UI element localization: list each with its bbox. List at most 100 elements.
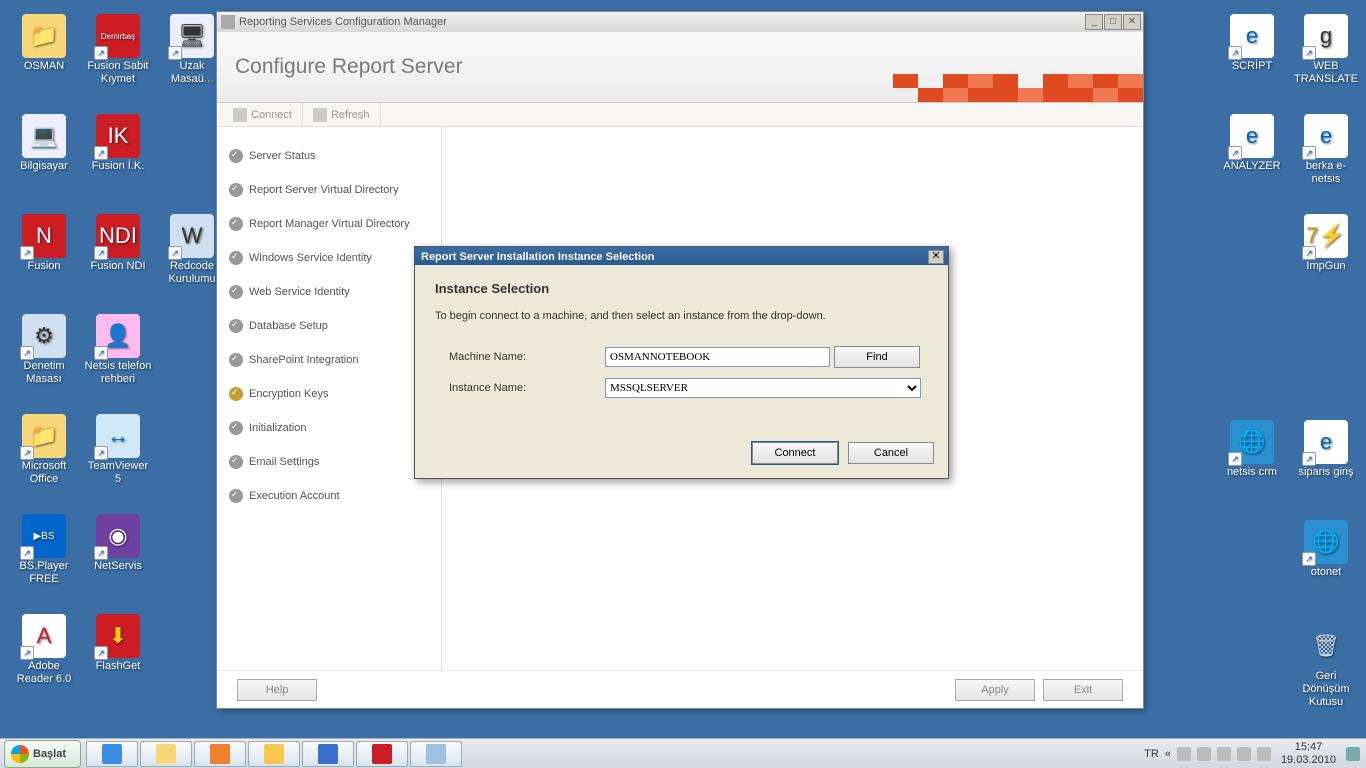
icon-label: netsis crm: [1218, 466, 1286, 479]
desktop-icon-flashget[interactable]: ⬇↗FlashGet: [84, 614, 152, 673]
network-icon[interactable]: [1257, 747, 1271, 761]
machine-name-input[interactable]: [605, 347, 830, 367]
shortcut-arrow-icon: ↗: [20, 646, 34, 660]
desktop-icon-fusion-i-k-[interactable]: IK↗Fusion İ.K.: [84, 114, 152, 173]
cancel-button[interactable]: Cancel: [848, 442, 934, 464]
desktop-icon-geri-d-n-m-kutusu[interactable]: 🗑Geri Dönüşüm Kutusu: [1292, 624, 1360, 709]
nav-item-server-status[interactable]: Server Status: [225, 139, 433, 173]
nav-label: Initialization: [249, 422, 306, 434]
app-icon: IK↗: [96, 114, 140, 158]
app-icon: Demirbaş↗: [96, 14, 140, 58]
footer: Help Apply Exit: [217, 670, 1143, 708]
status-dot-icon: [229, 421, 243, 435]
tray-expand-icon[interactable]: «: [1165, 748, 1171, 760]
app-icon: [221, 15, 235, 29]
nav-item-sharepoint-integration[interactable]: SharePoint Integration: [225, 343, 433, 377]
desktop-icon-impgun[interactable]: 7⚡↗ImpGun: [1292, 214, 1360, 273]
nav-item-initialization[interactable]: Initialization: [225, 411, 433, 445]
desktop-icon-fusion-ndi[interactable]: NDI↗Fusion NDI: [84, 214, 152, 273]
taskbar-app-media[interactable]: [194, 741, 246, 767]
taskbar-app-config-manager[interactable]: [410, 741, 462, 767]
word-icon: [318, 744, 338, 764]
start-button[interactable]: Başlat: [4, 740, 81, 768]
desktop-icon-fusion-sabit-k-ymet[interactable]: Demirbaş↗Fusion Sabit Kıymet: [84, 14, 152, 86]
language-indicator[interactable]: TR: [1144, 748, 1159, 760]
dialog-titlebar[interactable]: Report Server Installation Instance Sele…: [415, 247, 948, 265]
taskbar: Başlat TR « 15:47 19.03.2010: [0, 738, 1366, 768]
desktop-icon-netsis-telefon-rehberi[interactable]: 👤↗Netsis telefon rehberi: [84, 314, 152, 386]
icon-label: siparis giriş: [1292, 466, 1360, 479]
app-icon: 🖥↗: [170, 14, 214, 58]
shortcut-arrow-icon: ↗: [20, 446, 34, 460]
windows-orb-icon: [11, 745, 29, 763]
icon-label: Fusion NDI: [84, 260, 152, 273]
icon-label: berka e-netsis: [1292, 160, 1360, 186]
desktop-icon-denetim-masas-[interactable]: ⚙↗Denetim Masası: [10, 314, 78, 386]
desktop-icon-bilgisayar[interactable]: 💻Bilgisayar: [10, 114, 78, 173]
machine-name-label: Machine Name:: [435, 351, 605, 363]
taskbar-app-outlook[interactable]: [248, 741, 300, 767]
desktop-icon-siparis-giri-[interactable]: e↗siparis giriş: [1292, 420, 1360, 479]
app-icon: e↗: [1230, 14, 1274, 58]
icon-label: SCRİPT: [1218, 60, 1286, 73]
desktop-icon-teamviewer-5[interactable]: ↔↗TeamViewer 5: [84, 414, 152, 486]
taskbar-app-word[interactable]: [302, 741, 354, 767]
desktop-icon-scri-pt[interactable]: e↗ SCRİPT: [1218, 14, 1286, 73]
taskbar-app-ie[interactable]: [86, 741, 138, 767]
desktop-icon-otonet[interactable]: 🌐↗otonet: [1292, 520, 1360, 579]
app-icon: ⚙↗: [22, 314, 66, 358]
refresh-icon: [313, 108, 327, 122]
window-titlebar[interactable]: Reporting Services Configuration Manager…: [217, 12, 1143, 32]
nav-item-windows-service-identity[interactable]: Windows Service Identity: [225, 241, 433, 275]
status-dot-icon: [229, 149, 243, 163]
desktop-icon-berka-e-netsis[interactable]: e↗berka e-netsis: [1292, 114, 1360, 186]
tray-icon[interactable]: [1177, 747, 1191, 761]
desktop-icon-netservis[interactable]: ◉↗NetServis: [84, 514, 152, 573]
shortcut-arrow-icon: ↗: [1302, 246, 1316, 260]
shortcut-arrow-icon: ↗: [94, 246, 108, 260]
desktop-icon-netsis-crm[interactable]: 🌐↗netsis crm: [1218, 420, 1286, 479]
nav-item-report-manager-virtual-directory[interactable]: Report Manager Virtual Directory: [225, 207, 433, 241]
nav-sidebar: Server Status Report Server Virtual Direc…: [217, 127, 442, 670]
dialog-close-button[interactable]: ✕: [928, 250, 944, 264]
desktop-icon-adobe-reader-6-0[interactable]: A↗Adobe Reader 6.0: [10, 614, 78, 686]
exit-button[interactable]: Exit: [1043, 679, 1123, 701]
nav-item-web-service-identity[interactable]: Web Service Identity: [225, 275, 433, 309]
shortcut-arrow-icon: ↗: [20, 546, 34, 560]
nav-item-execution-account[interactable]: Execution Account: [225, 479, 433, 513]
volume-icon[interactable]: [1237, 747, 1251, 761]
app-icon: 📁↗: [22, 414, 66, 458]
desktop-icon-analyzer[interactable]: e↗ANALYZER: [1218, 114, 1286, 173]
desktop-icon-osman[interactable]: 📁OSMAN: [10, 14, 78, 73]
find-button[interactable]: Find: [834, 346, 920, 368]
taskbar-app-fusion[interactable]: [356, 741, 408, 767]
maximize-button[interactable]: □: [1104, 14, 1122, 30]
tray-icon[interactable]: [1197, 747, 1211, 761]
clock[interactable]: 15:47 19.03.2010: [1277, 741, 1340, 767]
app-icon: g↗: [1304, 14, 1348, 58]
desktop-icon-microsoft-office[interactable]: 📁↗Microsoft Office: [10, 414, 78, 486]
icon-label: Adobe Reader 6.0: [10, 660, 78, 686]
nav-item-report-server-virtual-directory[interactable]: Report Server Virtual Directory: [225, 173, 433, 207]
taskbar-app-explorer[interactable]: [140, 741, 192, 767]
shortcut-arrow-icon: ↗: [94, 346, 108, 360]
close-button[interactable]: ✕: [1123, 14, 1141, 30]
nav-label: Server Status: [249, 150, 316, 162]
nav-item-email-settings[interactable]: Email Settings: [225, 445, 433, 479]
nav-item-database-setup[interactable]: Database Setup: [225, 309, 433, 343]
show-desktop-button[interactable]: [1346, 747, 1360, 761]
apply-button[interactable]: Apply: [955, 679, 1035, 701]
tray-icon[interactable]: [1217, 747, 1231, 761]
connect-toolbar-button[interactable]: Connect: [223, 103, 303, 126]
connect-button[interactable]: Connect: [752, 442, 838, 464]
desktop-icon-bs-player-free[interactable]: ▶BS↗BS.Player FREE: [10, 514, 78, 586]
help-button[interactable]: Help: [237, 679, 317, 701]
instance-name-select[interactable]: MSSQLSERVER: [605, 378, 921, 398]
dialog-heading: Instance Selection: [435, 281, 928, 296]
nav-item-encryption-keys[interactable]: Encryption Keys: [225, 377, 433, 411]
icon-label: ANALYZER: [1218, 160, 1286, 173]
refresh-toolbar-button[interactable]: Refresh: [303, 103, 381, 126]
minimize-button[interactable]: _: [1085, 14, 1103, 30]
desktop-icon-web-translate[interactable]: g↗WEB TRANSLATE: [1292, 14, 1360, 86]
desktop-icon-fusion[interactable]: N↗Fusion: [10, 214, 78, 273]
